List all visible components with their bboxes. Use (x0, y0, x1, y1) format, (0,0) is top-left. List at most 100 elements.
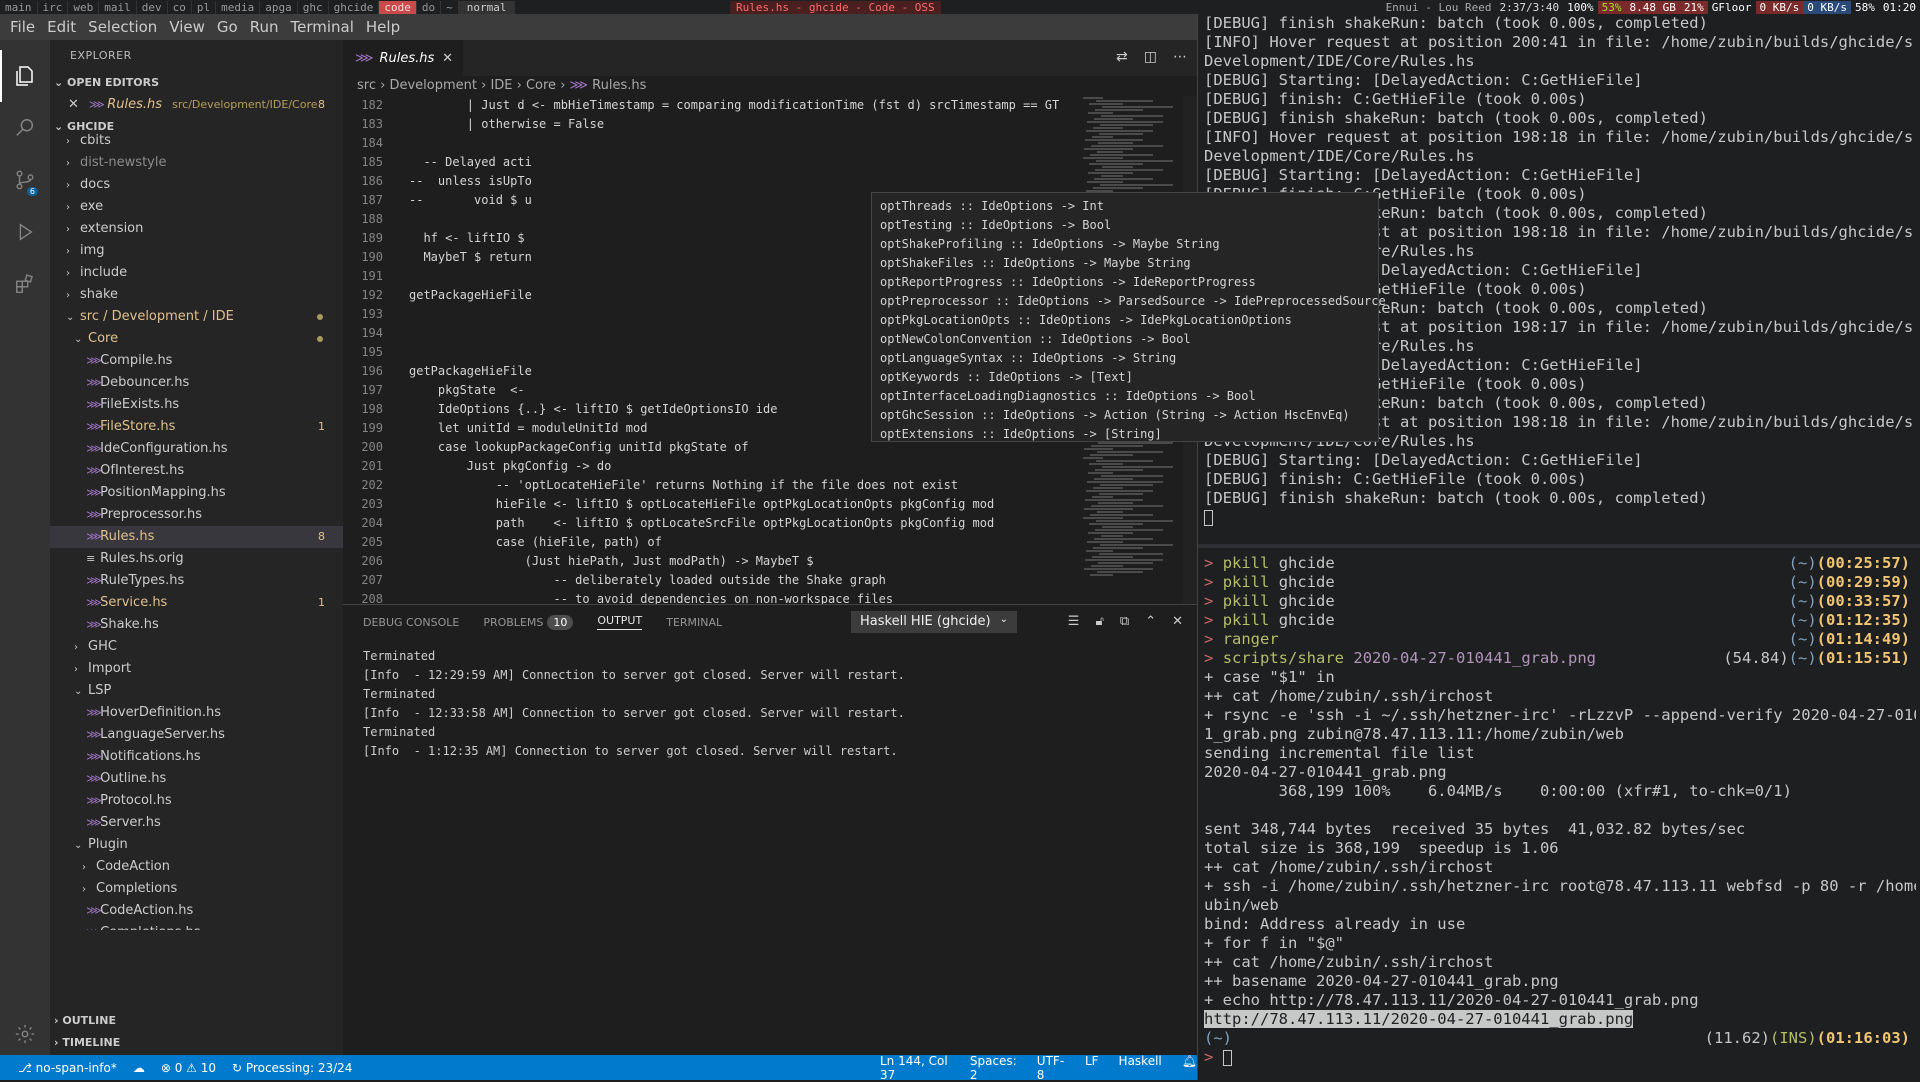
source-control-icon[interactable]: 6 (0, 154, 50, 206)
folder-item[interactable]: › extension (50, 218, 343, 240)
manage-gear-icon[interactable] (0, 1023, 50, 1045)
workspace-10[interactable]: ghcide (329, 0, 380, 14)
clear-output-icon[interactable]: ☰ (1068, 614, 1080, 629)
file-item[interactable]: ⋙HoverDefinition.hs (50, 702, 343, 724)
folder-item[interactable]: ⌄ Core (50, 328, 343, 350)
tab-rules-hs[interactable]: ⋙ Rules.hs ✕ (343, 40, 463, 76)
workspace-5[interactable]: co (168, 0, 192, 14)
maximize-panel-icon[interactable]: ⌃ (1145, 614, 1156, 629)
workspace-0[interactable]: main (0, 0, 38, 14)
menu-file[interactable]: File (4, 18, 41, 36)
breadcrumb-item[interactable]: Development (389, 78, 477, 93)
hover-item[interactable]: optLanguageSyntax :: IdeOptions -> Strin… (880, 349, 1378, 368)
workspace-7[interactable]: media (216, 0, 261, 14)
outline-header[interactable]: › OUTLINE (50, 1010, 343, 1032)
notifications-icon[interactable]: 🔔︎ (1182, 1054, 1197, 1082)
file-item[interactable]: ⋙FileStore.hs 1 (50, 416, 343, 438)
hover-item[interactable]: optNewColonConvention :: IdeOptions -> B… (880, 330, 1378, 349)
workspace-8[interactable]: apga (260, 0, 298, 14)
open-editor-item[interactable]: ✕ ⋙ Rules.hs src/Development/IDE/Core 8 (50, 94, 343, 116)
file-item[interactable]: ≡ Rules.hs.orig (50, 548, 343, 570)
run-debug-icon[interactable] (0, 206, 50, 258)
file-item[interactable]: ⋙FileExists.hs (50, 394, 343, 416)
menu-view[interactable]: View (163, 18, 211, 36)
folder-item[interactable]: › exe (50, 196, 343, 218)
file-item[interactable]: ⋙PositionMapping.hs (50, 482, 343, 504)
close-icon[interactable]: ✕ (68, 97, 79, 112)
folder-item[interactable]: › dist-newstyle (50, 152, 343, 174)
close-tab-icon[interactable]: ✕ (442, 51, 453, 66)
breadcrumb-item[interactable]: Rules.hs (592, 78, 646, 93)
folder-item[interactable]: › GHC (50, 636, 343, 658)
pane-divider[interactable] (1198, 544, 1920, 548)
file-item[interactable]: ⋙RuleTypes.hs (50, 570, 343, 592)
tab-problems[interactable]: PROBLEMS 10 (483, 614, 574, 630)
file-item[interactable]: ⋙OfInterest.hs (50, 460, 343, 482)
tab-debug-console[interactable]: DEBUG CONSOLE (363, 616, 459, 629)
file-item[interactable]: ⋙CodeAction.hs (50, 900, 343, 922)
hover-item[interactable]: optReportProgress :: IdeOptions -> IdeRe… (880, 273, 1378, 292)
hover-item[interactable]: optThreads :: IdeOptions -> Int (880, 197, 1378, 216)
hover-item[interactable]: optKeywords :: IdeOptions -> [Text] (880, 368, 1378, 387)
hover-item[interactable]: optExtensions :: IdeOptions -> [String] (880, 425, 1378, 444)
encoding[interactable]: UTF-8 (1037, 1054, 1065, 1082)
breadcrumb-item[interactable]: src (357, 78, 376, 93)
hover-item[interactable]: optGhcSession :: IdeOptions -> Action (S… (880, 406, 1378, 425)
split-editor-icon[interactable]: ◫ (1144, 49, 1157, 65)
workspace-13[interactable]: ~ (441, 0, 459, 14)
folder-item[interactable]: › docs (50, 174, 343, 196)
terminal-window[interactable]: [DEBUG] finish shakeRun: batch (took 0.0… (1198, 14, 1920, 1080)
workspace-11[interactable]: code (379, 0, 417, 14)
sync-icon[interactable]: ☁ (133, 1061, 145, 1075)
menu-selection[interactable]: Selection (82, 18, 163, 36)
menu-edit[interactable]: Edit (41, 18, 82, 36)
file-item[interactable]: ⋙LanguageServer.hs (50, 724, 343, 746)
file-item[interactable]: ⋙Completions.hs (50, 922, 343, 930)
explorer-icon[interactable] (0, 50, 50, 102)
file-item[interactable]: ⋙Debouncer.hs (50, 372, 343, 394)
end-of-line[interactable]: LF (1085, 1054, 1099, 1082)
branch-status[interactable]: ⎇ no-span-info* (18, 1061, 117, 1075)
folder-item[interactable]: › shake (50, 284, 343, 306)
file-item[interactable]: ⋙Notifications.hs (50, 746, 343, 768)
menu-terminal[interactable]: Terminal (285, 18, 360, 36)
hover-item[interactable]: optPreprocessor :: IdeOptions -> ParsedS… (880, 292, 1386, 311)
open-editors-header[interactable]: ⌄ OPEN EDITORS (50, 72, 343, 94)
folder-item[interactable]: › include (50, 262, 343, 284)
file-item[interactable]: ⋙Shake.hs (50, 614, 343, 636)
share-link[interactable]: http://78.47.113.11/2020-04-27-010441_gr… (1204, 1010, 1634, 1028)
menu-go[interactable]: Go (211, 18, 244, 36)
search-icon[interactable] (0, 102, 50, 154)
workspace-9[interactable]: ghc (298, 0, 329, 14)
folder-item[interactable]: › CodeAction (50, 856, 343, 878)
file-item[interactable]: ⋙Preprocessor.hs (50, 504, 343, 526)
shell-pane[interactable]: > pkill ghcide (~)(00:25:57) > pkill ghcid… (1204, 554, 1916, 1080)
hover-item[interactable]: optShakeProfiling :: IdeOptions -> Maybe… (880, 235, 1378, 254)
folder-item[interactable]: ⌄ Plugin (50, 834, 343, 856)
tab-terminal[interactable]: TERMINAL (666, 616, 722, 629)
lock-scroll-icon[interactable]: 🔓︎ (1095, 614, 1103, 629)
folder-item[interactable]: › Import (50, 658, 343, 680)
menu-run[interactable]: Run (244, 18, 285, 36)
open-log-icon[interactable]: ⧉ (1120, 614, 1129, 629)
workspace-4[interactable]: dev (137, 0, 168, 14)
folder-item[interactable]: ⌄ LSP (50, 680, 343, 702)
breadcrumb-item[interactable]: IDE (490, 78, 512, 93)
folder-item[interactable]: › img (50, 240, 343, 262)
breadcrumb-item[interactable]: Core (526, 78, 556, 93)
workspace-3[interactable]: mail (99, 0, 137, 14)
layout-indicator[interactable]: normal (458, 0, 515, 14)
indentation[interactable]: Spaces: 2 (970, 1054, 1017, 1082)
hover-item[interactable]: optPkgLocationOpts :: IdeOptions -> IdeP… (880, 311, 1378, 330)
timeline-header[interactable]: › TIMELINE (50, 1032, 343, 1054)
open-changes-icon[interactable]: ⇄ (1116, 49, 1128, 65)
workspace-2[interactable]: web (68, 0, 100, 14)
workspace-12[interactable]: do (417, 0, 442, 14)
file-item[interactable]: ⋙Service.hs 1 (50, 592, 343, 614)
file-item[interactable]: ⋙Rules.hs 8 (50, 526, 343, 548)
cursor-position[interactable]: Ln 144, Col 37 (880, 1054, 950, 1082)
file-item[interactable]: ⋙Server.hs (50, 812, 343, 834)
file-item[interactable]: ⋙Outline.hs (50, 768, 343, 790)
file-item[interactable]: ⋙Compile.hs (50, 350, 343, 372)
hover-item[interactable]: optTesting :: IdeOptions -> Bool (880, 216, 1378, 235)
